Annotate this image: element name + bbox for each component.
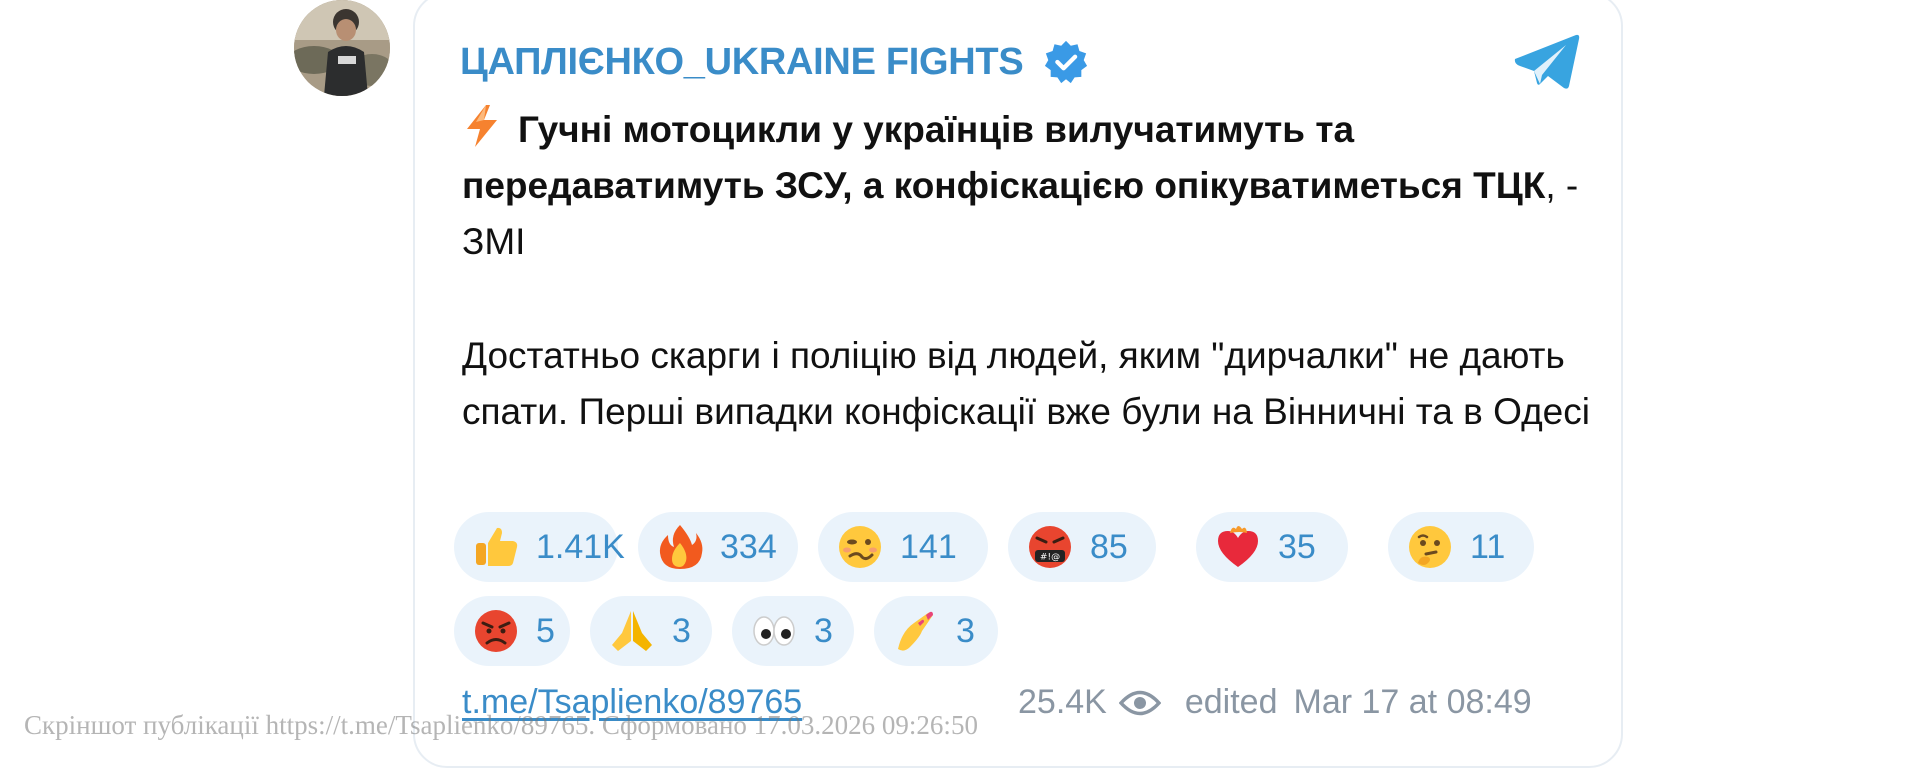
post-meta: 25.4K edited Mar 17 at 08:49 xyxy=(1018,683,1532,722)
post-headline: Гучні мотоцикли у українців вилучатимуть… xyxy=(462,102,1602,270)
reaction-count: 3 xyxy=(956,611,975,650)
channel-avatar[interactable] xyxy=(294,0,390,96)
thumbs-up-icon xyxy=(476,527,518,566)
reaction-cursing-face[interactable]: #!@ 85 xyxy=(1008,512,1156,582)
views-count: 25.4K xyxy=(1018,683,1107,721)
reaction-count: 85 xyxy=(1090,527,1128,566)
reaction-thinking-face[interactable]: 11 xyxy=(1388,512,1534,582)
reaction-heart-on-fire[interactable]: 35 xyxy=(1196,512,1348,582)
reaction-count: 5 xyxy=(536,611,555,650)
reaction-eyes[interactable]: 3 xyxy=(732,596,854,666)
post-body: Достатньо скарги і поліцію від людей, як… xyxy=(462,335,1590,432)
reaction-woozy-face[interactable]: 141 xyxy=(818,512,988,582)
edited-label: edited xyxy=(1184,683,1278,721)
telegram-logo-icon[interactable] xyxy=(1512,32,1582,92)
eyes-icon xyxy=(753,616,795,646)
svg-text:#!@: #!@ xyxy=(1040,553,1060,563)
reaction-count: 3 xyxy=(672,611,691,650)
reaction-count: 11 xyxy=(1470,527,1506,566)
headline-bold-text: Гучні мотоцикли у українців вилучатимуть… xyxy=(462,109,1546,206)
reaction-count: 141 xyxy=(900,527,957,566)
eye-icon xyxy=(1118,690,1161,715)
channel-name[interactable]: ЦАПЛІЄНКО_UKRAINE FIGHTS xyxy=(460,41,1024,84)
reaction-count: 1.41K xyxy=(536,527,625,566)
avatar-photo xyxy=(294,0,390,96)
fire-icon xyxy=(659,525,703,569)
screenshot-watermark: Скріншот публікації https://t.me/Tsaplie… xyxy=(24,710,978,740)
reaction-angry-face[interactable]: 5 xyxy=(454,596,570,666)
lightning-bolt-icon xyxy=(467,105,497,147)
telegram-post-screenshot: ЦАПЛІЄНКО_UKRAINE FIGHTS Гучні мотоцикли… xyxy=(0,0,1920,776)
reaction-thumbs-up[interactable]: 1.41K xyxy=(454,512,625,582)
reaction-count: 334 xyxy=(720,527,777,566)
reaction-folded-hands[interactable]: 3 xyxy=(590,596,712,666)
nail-polish-icon xyxy=(898,611,933,651)
reaction-count: 3 xyxy=(814,611,833,650)
woozy-face-icon xyxy=(839,526,881,568)
thinking-face-icon xyxy=(1409,526,1451,568)
angry-face-icon xyxy=(475,610,517,652)
reaction-count: 35 xyxy=(1278,527,1316,566)
reaction-fire[interactable]: 334 xyxy=(638,512,798,582)
post-date: Mar 17 at 08:49 xyxy=(1293,683,1532,721)
heart-on-fire-icon xyxy=(1218,526,1258,567)
reaction-nail-polish[interactable]: 3 xyxy=(874,596,998,666)
folded-hands-icon xyxy=(612,611,652,651)
verified-badge-icon xyxy=(1045,40,1088,84)
channel-header: ЦАПЛІЄНКО_UKRAINE FIGHTS xyxy=(460,38,1089,86)
cursing-face-icon: #!@ xyxy=(1029,526,1071,568)
